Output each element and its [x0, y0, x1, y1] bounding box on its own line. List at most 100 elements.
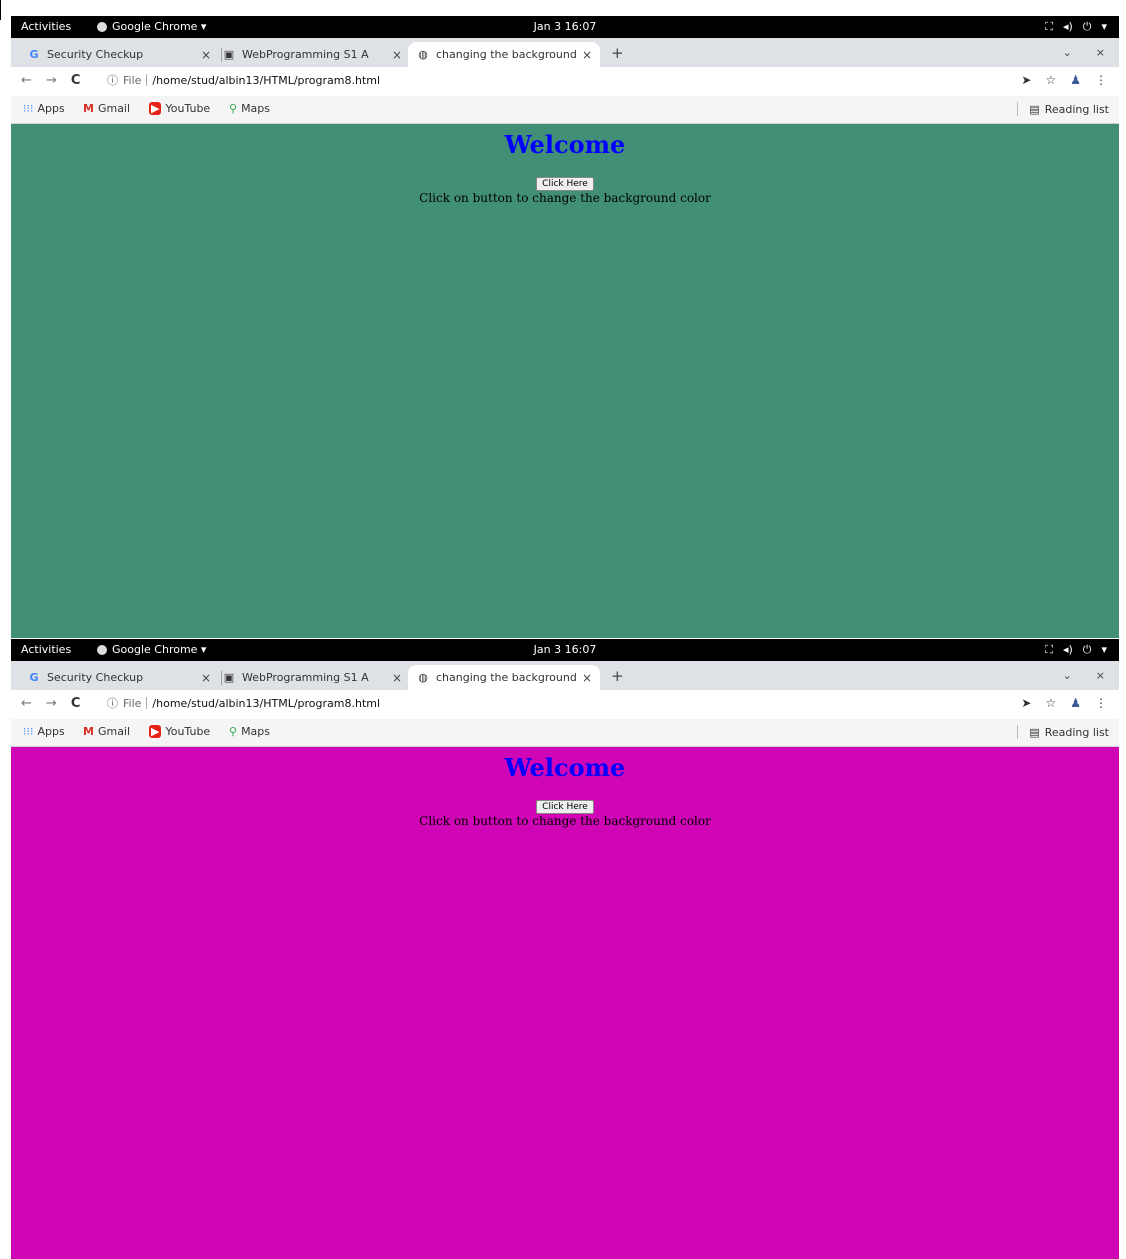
- info-icon[interactable]: ⓘ: [107, 72, 118, 88]
- gmail-icon: M: [83, 102, 94, 115]
- close-icon[interactable]: ×: [392, 671, 402, 685]
- classroom-icon: ▣: [223, 48, 235, 61]
- new-tab-button[interactable]: +: [611, 44, 624, 62]
- globe-icon: ◍: [418, 671, 428, 684]
- screen-edge-line: [0, 0, 1, 20]
- gmail-icon: M: [83, 725, 94, 738]
- bookmark-apps[interactable]: ⁝⁝⁝ Apps: [23, 102, 65, 115]
- bookmark-maps[interactable]: ⚲ Maps: [229, 725, 270, 738]
- url-text[interactable]: /home/stud/albin13/HTML/program8.html: [152, 697, 380, 710]
- network-icon: ⛶: [1045, 20, 1053, 33]
- browser-toolbar: ← → C ⓘ File /home/stud/albin13/HTML/pro…: [11, 67, 1119, 96]
- browser-toolbar: ← → C ⓘ File /home/stud/albin13/HTML/pro…: [11, 690, 1119, 719]
- tab-changing-background[interactable]: ◍ changing the background ×: [408, 665, 600, 690]
- back-icon[interactable]: ←: [21, 73, 32, 88]
- click-here-button[interactable]: Click Here: [536, 177, 594, 191]
- tab-changing-background[interactable]: ◍ changing the background ×: [408, 42, 600, 67]
- info-icon[interactable]: ⓘ: [107, 695, 118, 711]
- reload-icon[interactable]: C: [71, 73, 81, 88]
- tab-search-icon[interactable]: ⌄: [1063, 46, 1072, 59]
- menu-caret-icon: ▾: [1101, 20, 1107, 33]
- bookmark-maps[interactable]: ⚲ Maps: [229, 102, 270, 115]
- menu-caret-icon: ▾: [1101, 643, 1107, 656]
- window-close-icon[interactable]: ×: [1096, 46, 1105, 59]
- reload-icon[interactable]: C: [71, 696, 81, 711]
- clock[interactable]: Jan 3 16:07: [11, 16, 1119, 38]
- reading-list-icon: ▤: [1029, 725, 1040, 739]
- close-icon[interactable]: ×: [201, 671, 211, 685]
- tab-strip: G Security Checkup × ▣ WebProgramming S1…: [11, 38, 1119, 67]
- send-icon[interactable]: ➤: [1021, 73, 1031, 87]
- tab-security-checkup[interactable]: G Security Checkup ×: [19, 665, 219, 690]
- bookmarks-bar: ⁝⁝⁝ Apps M Gmail ▶ YouTube ⚲ Maps ▤ Reading l…: [11, 719, 1119, 747]
- reading-list-icon: ▤: [1029, 102, 1040, 116]
- tab-search-icon[interactable]: ⌄: [1063, 669, 1072, 682]
- bookmark-label: YouTube: [165, 725, 211, 738]
- gnome-top-bar: Activities Google Chrome ▾ Jan 3 16:07 ⛶…: [11, 639, 1119, 661]
- new-tab-button[interactable]: +: [611, 667, 624, 685]
- close-icon[interactable]: ×: [201, 48, 211, 62]
- tab-title: changing the background: [436, 671, 576, 684]
- reading-list-button[interactable]: ▤ Reading list: [1017, 102, 1109, 116]
- url-divider: [146, 697, 148, 709]
- url-text[interactable]: /home/stud/albin13/HTML/program8.html: [152, 74, 380, 87]
- forward-icon[interactable]: →: [46, 73, 57, 88]
- click-here-button[interactable]: Click Here: [536, 800, 594, 814]
- instruction-text: Click on button to change the background…: [419, 814, 711, 828]
- window-close-icon[interactable]: ×: [1096, 669, 1105, 682]
- bookmark-apps[interactable]: ⁝⁝⁝ Apps: [23, 725, 65, 738]
- tab-title: WebProgramming S1 A: [242, 48, 369, 61]
- screenshot-2: Activities Google Chrome ▾ Jan 3 16:07 ⛶…: [11, 639, 1119, 1259]
- tab-title: Security Checkup: [47, 671, 144, 684]
- kebab-menu-icon[interactable]: ⋮: [1095, 696, 1107, 710]
- bookmark-label: Maps: [241, 725, 271, 738]
- bookmark-label: Gmail: [97, 725, 131, 738]
- maps-pin-icon: ⚲: [229, 102, 238, 115]
- back-icon[interactable]: ←: [21, 696, 32, 711]
- send-icon[interactable]: ➤: [1021, 696, 1031, 710]
- bookmark-label: YouTube: [165, 102, 211, 115]
- bookmark-star-icon[interactable]: ☆: [1045, 73, 1056, 87]
- system-tray[interactable]: ⛶ ◂) ⏻ ▾: [1045, 639, 1107, 661]
- bookmark-divider: [1017, 102, 1019, 116]
- bookmark-gmail[interactable]: M Gmail: [83, 102, 130, 115]
- close-icon[interactable]: ×: [582, 48, 592, 62]
- globe-icon: ◍: [418, 48, 428, 61]
- forward-icon[interactable]: →: [46, 696, 57, 711]
- close-icon[interactable]: ×: [582, 671, 592, 685]
- screenshot-1: Activities Google Chrome ▾ Jan 3 16:07 ⛶…: [11, 16, 1119, 638]
- tab-title: changing the background: [436, 48, 576, 61]
- bookmark-gmail[interactable]: M Gmail: [83, 725, 130, 738]
- reading-list-label: Reading list: [1044, 725, 1109, 739]
- bookmark-label: Apps: [37, 102, 65, 115]
- url-scheme: File: [123, 696, 142, 710]
- maps-pin-icon: ⚲: [229, 725, 238, 738]
- url-scheme: File: [123, 73, 142, 87]
- profile-icon[interactable]: ♟: [1070, 73, 1081, 87]
- tab-security-checkup[interactable]: G Security Checkup ×: [19, 42, 219, 67]
- bookmarks-bar: ⁝⁝⁝ Apps M Gmail ▶ YouTube ⚲ Maps ▤ Reading l…: [11, 96, 1119, 124]
- google-icon: G: [29, 48, 39, 61]
- reading-list-label: Reading list: [1044, 102, 1109, 116]
- bookmark-star-icon[interactable]: ☆: [1045, 696, 1056, 710]
- url-divider: [146, 74, 148, 86]
- bookmark-divider: [1017, 725, 1019, 739]
- clock[interactable]: Jan 3 16:07: [11, 639, 1119, 661]
- address-bar[interactable]: ⓘ File /home/stud/albin13/HTML/program8.…: [107, 695, 380, 711]
- tab-strip: G Security Checkup × ▣ WebProgramming S1…: [11, 661, 1119, 690]
- volume-icon: ◂): [1062, 20, 1073, 33]
- reading-list-button[interactable]: ▤ Reading list: [1017, 725, 1109, 739]
- gnome-top-bar: Activities Google Chrome ▾ Jan 3 16:07 ⛶…: [11, 16, 1119, 38]
- kebab-menu-icon[interactable]: ⋮: [1095, 73, 1107, 87]
- address-bar[interactable]: ⓘ File /home/stud/albin13/HTML/program8.…: [107, 72, 380, 88]
- tab-webprogramming[interactable]: ▣ WebProgramming S1 A ×: [214, 42, 410, 67]
- page-content: Welcome Click Here Click on button to ch…: [11, 124, 1119, 638]
- profile-icon[interactable]: ♟: [1070, 696, 1081, 710]
- welcome-heading: Welcome: [504, 130, 626, 159]
- bookmark-youtube[interactable]: ▶ YouTube: [149, 102, 210, 115]
- bookmark-youtube[interactable]: ▶ YouTube: [149, 725, 210, 738]
- system-tray[interactable]: ⛶ ◂) ⏻ ▾: [1045, 16, 1107, 38]
- bookmark-label: Maps: [241, 102, 271, 115]
- tab-webprogramming[interactable]: ▣ WebProgramming S1 A ×: [214, 665, 410, 690]
- close-icon[interactable]: ×: [392, 48, 402, 62]
